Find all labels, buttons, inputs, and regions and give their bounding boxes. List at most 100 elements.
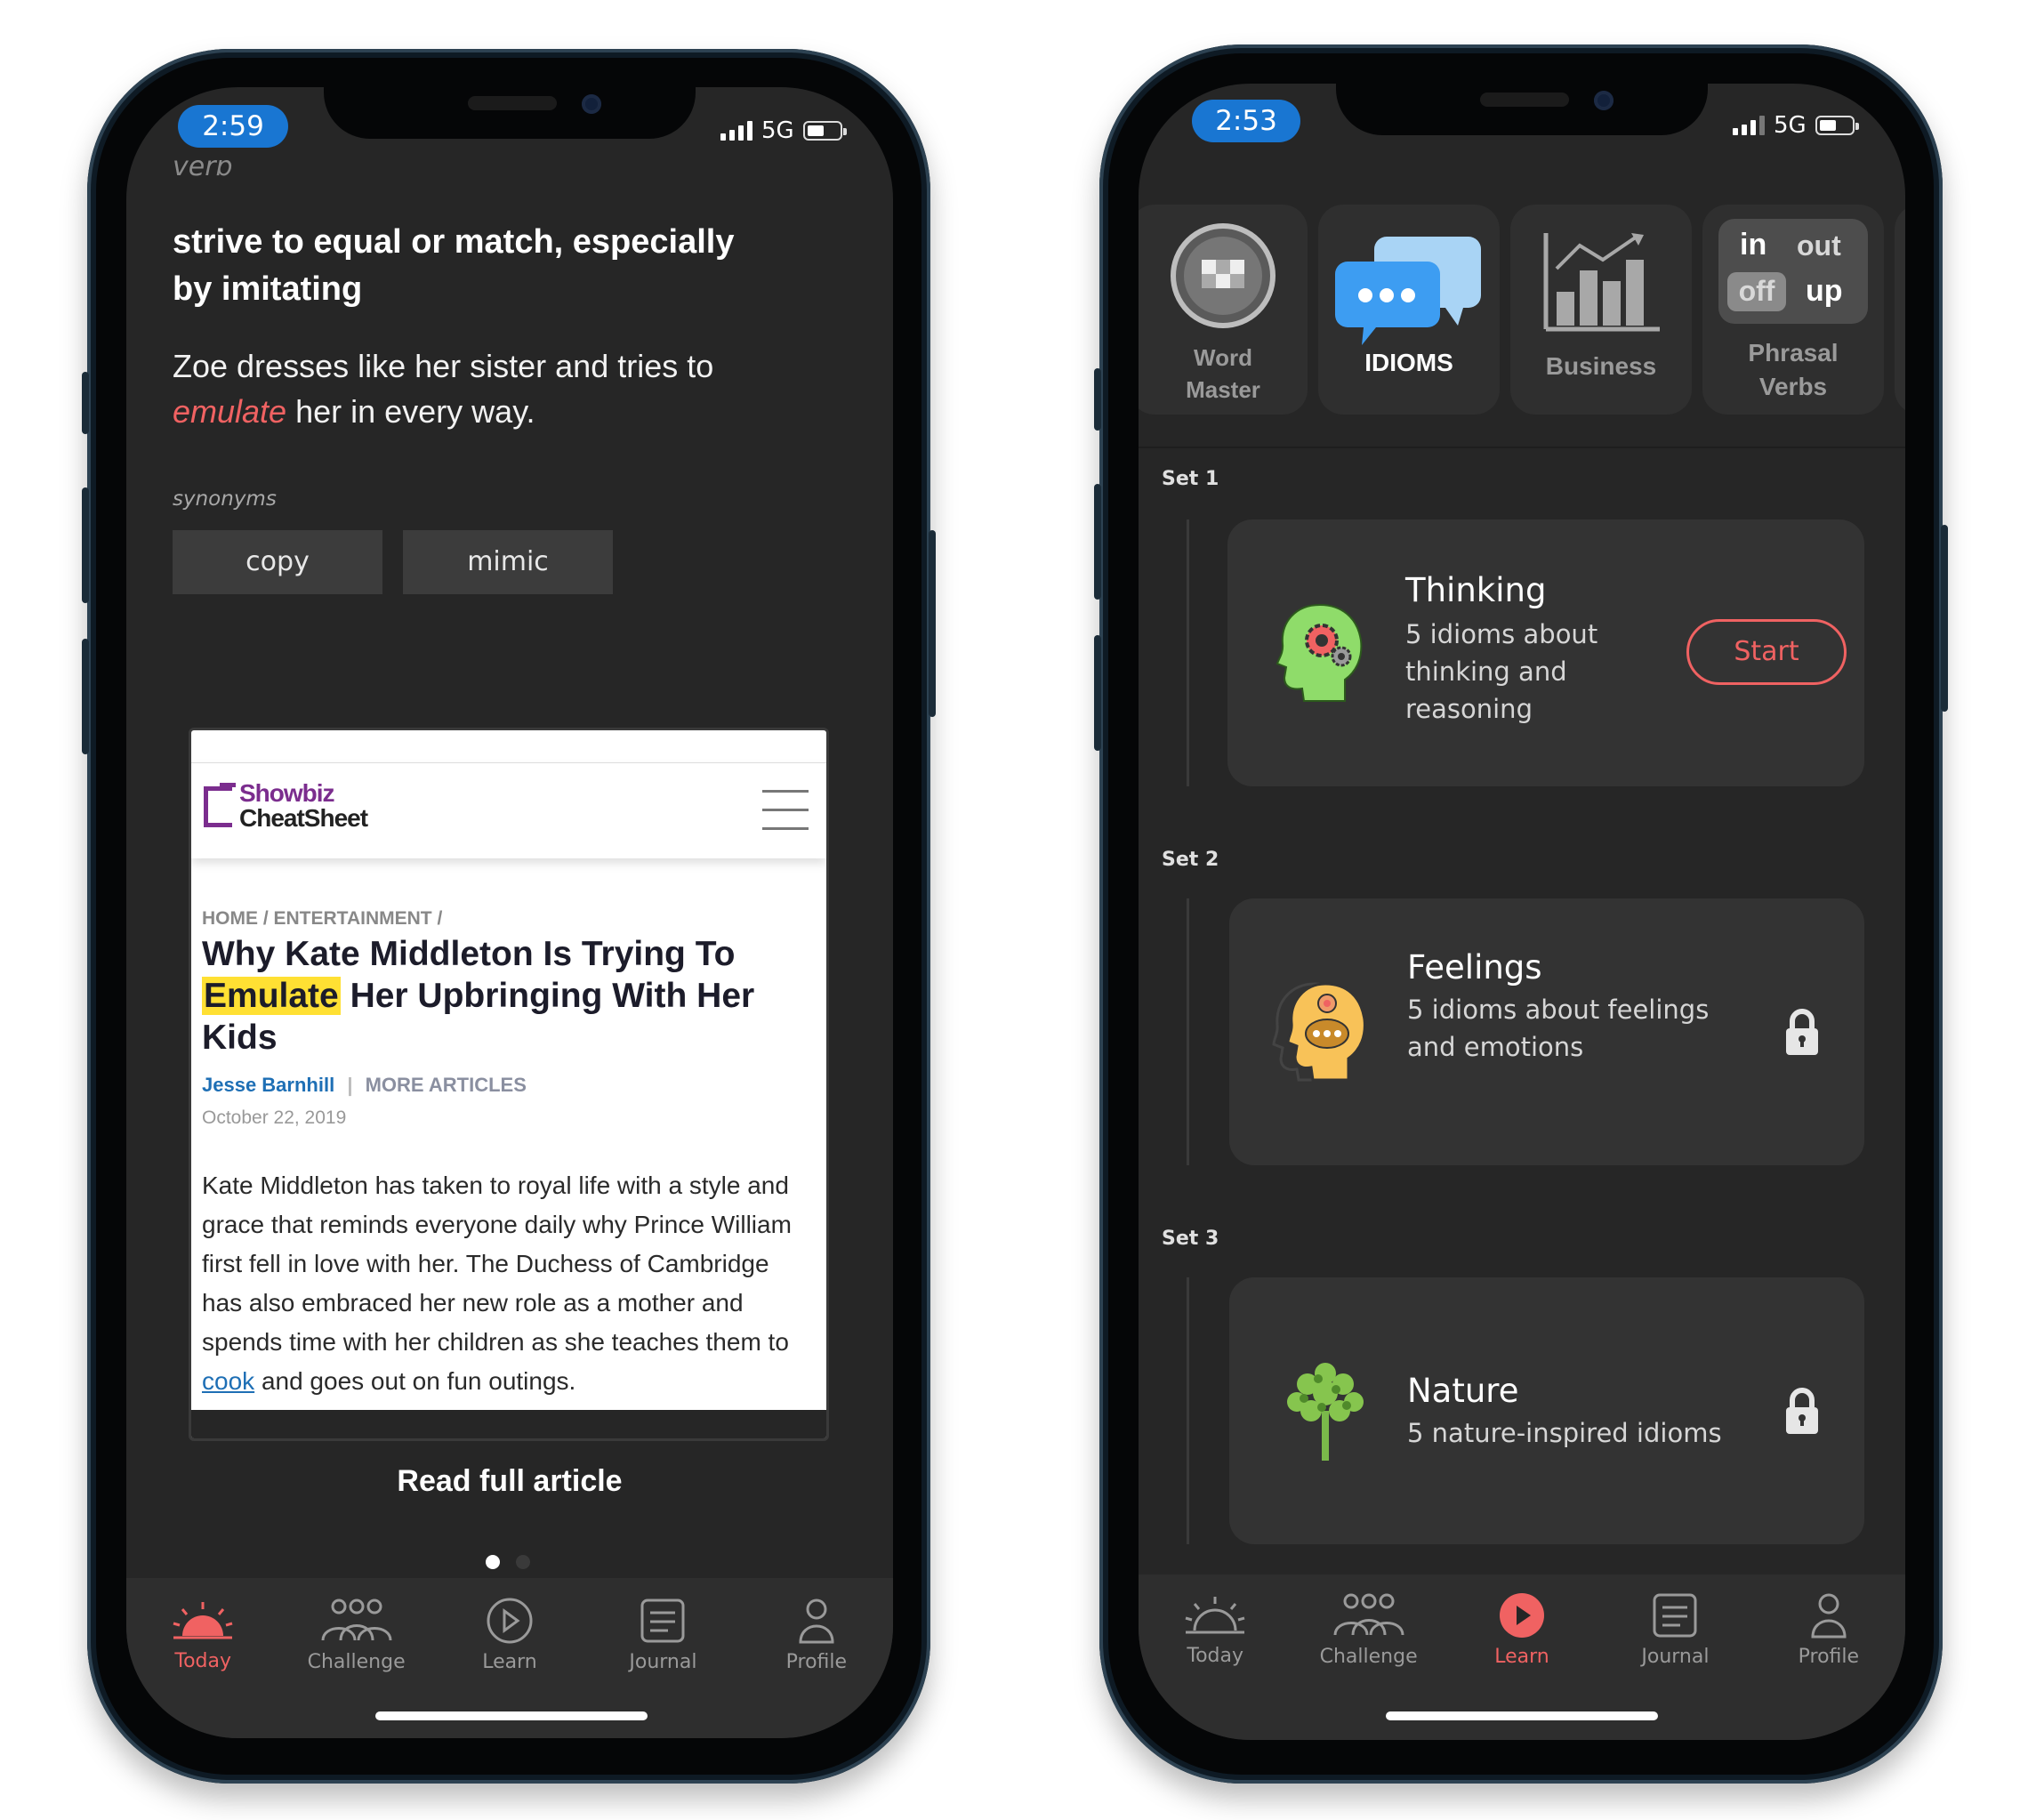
set-timeline — [1187, 1277, 1189, 1544]
set-description: 5 idioms about thinking and reasoning — [1405, 619, 1598, 724]
category-divider — [1139, 447, 1905, 448]
right-screen: 2:53 5G Word Master IDIOMS Business in ou… — [1139, 84, 1905, 1740]
headline-before: Why Kate Middleton Is Trying To — [202, 935, 736, 973]
journal-icon — [640, 1599, 685, 1642]
tab-today[interactable]: Today — [1139, 1574, 1292, 1685]
tab-challenge[interactable]: Challenge — [1292, 1574, 1445, 1685]
group-icon — [1333, 1593, 1404, 1635]
signal-icon — [720, 121, 752, 141]
power-button — [929, 530, 936, 717]
page-dot — [516, 1555, 530, 1569]
tab-label: Profile — [785, 1650, 848, 1673]
set-timeline — [1187, 898, 1189, 1165]
set-card-nature[interactable]: Nature 5 nature-inspired idioms — [1229, 1277, 1864, 1544]
set-label: Set 3 — [1162, 1228, 1219, 1250]
set-label: Set 2 — [1162, 849, 1219, 871]
status-indicators: 5G — [1733, 112, 1859, 139]
volume-up-button — [1094, 484, 1101, 600]
set-description: 5 nature-inspired idioms — [1407, 1418, 1722, 1448]
lock-icon — [1786, 1388, 1818, 1434]
notch — [1336, 84, 1708, 135]
site-logo[interactable]: Showbiz CheatSheet — [204, 779, 399, 836]
logo-frame-top — [220, 783, 236, 787]
home-indicator[interactable] — [375, 1711, 648, 1720]
category-word-master[interactable]: Word Master — [1139, 205, 1308, 415]
tab-learn[interactable]: Learn — [1445, 1574, 1598, 1685]
tab-label: Learn — [482, 1650, 537, 1673]
example-before: Zoe dresses like her sister and tries to — [173, 348, 714, 384]
status-time: 2:53 — [1192, 100, 1300, 142]
tab-label: Learn — [1494, 1645, 1549, 1668]
phrasal-word: off — [1727, 272, 1786, 311]
set-label: Set 1 — [1162, 468, 1219, 490]
tab-today[interactable]: Today — [126, 1578, 279, 1692]
category-idioms[interactable]: IDIOMS — [1318, 205, 1500, 415]
bar-chart-icon — [1543, 233, 1660, 332]
category-business[interactable]: Business — [1510, 205, 1692, 415]
mute-switch — [1094, 368, 1101, 431]
more-articles-link[interactable]: MORE ARTICLES — [366, 1074, 527, 1096]
power-button — [1941, 525, 1948, 712]
tab-profile[interactable]: Profile — [740, 1578, 893, 1692]
set-title: Feelings — [1407, 948, 1542, 987]
set-title: Nature — [1407, 1372, 1519, 1410]
read-full-article-button[interactable]: Read full article — [126, 1464, 893, 1499]
home-indicator[interactable] — [1386, 1711, 1658, 1720]
volume-down-button — [1094, 635, 1101, 751]
tab-label: Today — [1187, 1644, 1244, 1667]
speech-bubbles-icon — [1335, 237, 1481, 345]
headline-highlight: Emulate — [202, 977, 341, 1015]
synonym-chip[interactable]: mimic — [403, 530, 613, 594]
start-button[interactable]: Start — [1686, 619, 1847, 685]
body-before: Kate Middleton has taken to royal life w… — [202, 1172, 792, 1356]
article-preview[interactable]: Showbiz CheatSheet HOME / ENTERTAINMENT … — [189, 728, 829, 1441]
set-card-thinking[interactable]: Thinking 5 idioms about thinking and rea… — [1227, 519, 1864, 786]
mute-switch — [82, 372, 89, 434]
tab-journal[interactable]: Journal — [1598, 1574, 1751, 1685]
tab-label: Today — [174, 1649, 232, 1672]
set-timeline — [1187, 519, 1189, 786]
breadcrumb[interactable]: HOME / ENTERTAINMENT / — [202, 908, 442, 930]
tab-label: Challenge — [307, 1650, 406, 1673]
tab-label: Journal — [629, 1650, 697, 1673]
article-date: October 22, 2019 — [202, 1107, 347, 1128]
tree-icon — [1287, 1363, 1364, 1461]
profile-icon — [1811, 1593, 1847, 1638]
journal-icon — [1653, 1593, 1697, 1637]
tab-profile[interactable]: Profile — [1752, 1574, 1905, 1685]
play-icon — [487, 1598, 533, 1643]
category-next-partial[interactable] — [1895, 205, 1905, 415]
phrasal-word: up — [1806, 274, 1843, 308]
phrasal-verbs-icon: in out off up — [1718, 219, 1868, 324]
category-phrasal-verbs[interactable]: in out off up Phrasal Verbs — [1702, 205, 1884, 415]
head-gears-icon — [1276, 603, 1363, 702]
page-indicator — [486, 1555, 539, 1569]
battery-icon — [802, 121, 847, 141]
volume-down-button — [82, 639, 89, 754]
body-link[interactable]: cook — [202, 1367, 254, 1395]
definition: strive to equal or match, especially by … — [173, 223, 735, 308]
tab-learn[interactable]: Learn — [433, 1578, 586, 1692]
word-master-icon — [1171, 223, 1276, 328]
example-after: her in every way. — [295, 393, 535, 430]
synonym-chip[interactable]: copy — [173, 530, 382, 594]
tab-challenge[interactable]: Challenge — [279, 1578, 432, 1692]
set-title: Thinking — [1405, 571, 1547, 609]
sunrise-icon — [173, 1601, 233, 1639]
author-link[interactable]: Jesse Barnhill — [202, 1074, 334, 1096]
profile-icon — [799, 1599, 834, 1643]
page-dot-active — [486, 1555, 500, 1569]
set-card-feelings[interactable]: Feelings 5 idioms about feelings and emo… — [1229, 898, 1864, 1165]
battery-icon — [1815, 116, 1859, 135]
site-header: Showbiz CheatSheet — [191, 762, 826, 858]
status-time: 2:59 — [178, 105, 288, 148]
body-after: and goes out on fun outings. — [261, 1367, 576, 1395]
category-label: IDIOMS — [1364, 349, 1453, 376]
tab-label: Profile — [1798, 1645, 1860, 1668]
group-icon — [321, 1599, 392, 1640]
tab-journal[interactable]: Journal — [586, 1578, 739, 1692]
hamburger-menu-icon[interactable] — [762, 790, 809, 831]
byline-divider: | — [347, 1074, 353, 1096]
logo-frame-icon — [204, 786, 232, 827]
signal-icon — [1733, 116, 1765, 135]
